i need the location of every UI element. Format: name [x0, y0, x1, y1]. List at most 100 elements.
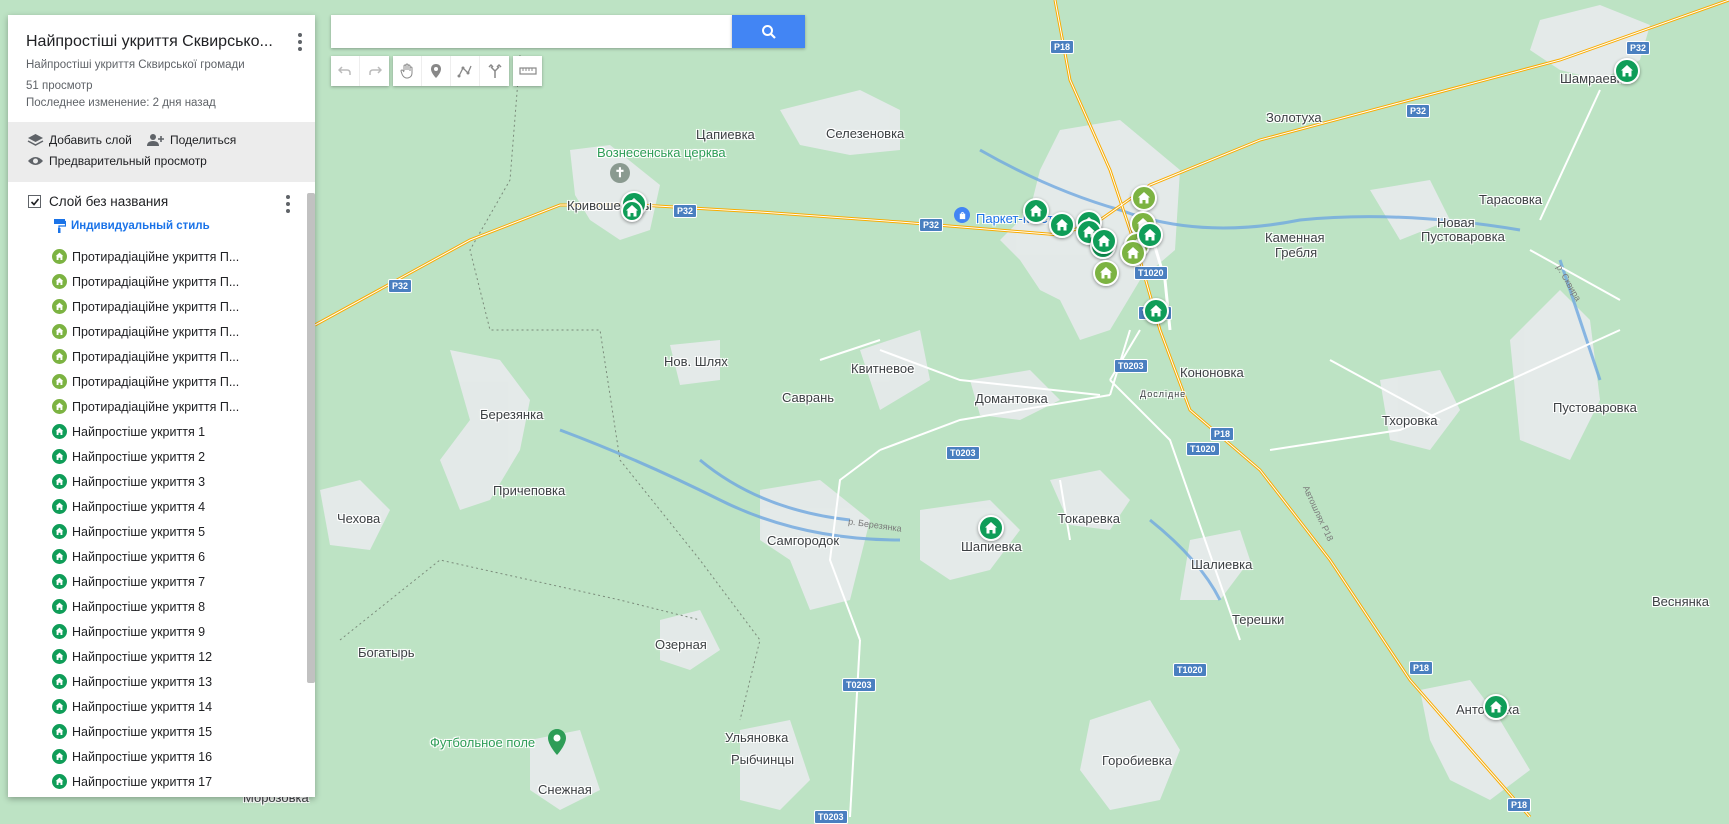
layer-style-button[interactable]: Индивидуальный стиль	[53, 218, 210, 234]
feature-list-item[interactable]: Найпростіше укриття 13	[52, 669, 302, 694]
feature-list-item[interactable]: Найпростіше укриття 3	[52, 469, 302, 494]
home-icon	[1621, 65, 1633, 77]
checkmark-icon	[30, 197, 39, 206]
place-label: Тхоровка	[1382, 413, 1438, 428]
map-title[interactable]: Найпростіші укриття Сквирсько...	[26, 33, 284, 51]
shelter-marker[interactable]	[1131, 185, 1157, 211]
shelter-marker[interactable]	[1143, 298, 1169, 324]
place-label: Кононовка	[1180, 365, 1244, 380]
add-layer-label: Добавить слой	[49, 133, 132, 147]
feature-label: Найпростіше укриття 4	[72, 499, 206, 514]
poi-label[interactable]: Футбольное поле	[430, 735, 535, 750]
feature-list-item[interactable]: Найпростіше укриття 6	[52, 544, 302, 569]
feature-list-item[interactable]: Найпростіше укриття 9	[52, 619, 302, 644]
home-icon	[626, 205, 638, 217]
search-button[interactable]	[732, 15, 805, 48]
feature-list-item[interactable]: Протирадіаційне укриття П...	[52, 369, 302, 394]
shelter-marker[interactable]	[1049, 212, 1075, 238]
measure-button[interactable]	[513, 56, 542, 86]
place-label: Ульяновка	[725, 730, 789, 745]
road-shield: P18	[1409, 661, 1434, 675]
place-label: Каменная	[1265, 230, 1325, 245]
shelter-marker[interactable]	[1614, 58, 1640, 84]
location-pin-icon[interactable]	[548, 729, 566, 760]
feature-list-item[interactable]: Найпростіше укриття 8	[52, 594, 302, 619]
add-layer-button[interactable]: Добавить слой	[27, 133, 132, 147]
home-icon	[1098, 235, 1110, 247]
search-input[interactable]	[331, 15, 732, 48]
home-icon	[1138, 192, 1150, 204]
feature-list-item[interactable]: Найпростіше укриття 17	[52, 769, 302, 794]
feature-list-item[interactable]: Найпростіше укриття 16	[52, 744, 302, 769]
draw-line-button[interactable]	[451, 56, 480, 86]
home-icon	[52, 374, 67, 389]
feature-list-item[interactable]: Протирадіаційне укриття П...	[52, 344, 302, 369]
place-label: Новая	[1437, 215, 1475, 230]
feature-list-item[interactable]: Найпростіше укриття 5	[52, 519, 302, 544]
map-options-button[interactable]	[293, 32, 307, 52]
feature-label: Найпростіше укриття 1	[72, 424, 206, 439]
shelter-marker[interactable]	[1093, 260, 1119, 286]
home-icon	[52, 599, 67, 614]
feature-label: Протирадіаційне укриття П...	[72, 299, 240, 314]
road-shield: T0203	[814, 810, 848, 824]
layer-visibility-checkbox[interactable]	[28, 195, 41, 208]
home-icon	[52, 574, 67, 589]
home-icon	[52, 299, 67, 314]
poi-label[interactable]: Вознесенська церква	[597, 145, 726, 160]
feature-label: Протирадіаційне укриття П...	[72, 399, 240, 414]
shelter-marker[interactable]	[1023, 198, 1049, 224]
feature-list-item[interactable]: Найпростіше укриття 15	[52, 719, 302, 744]
select-items-button[interactable]	[393, 56, 422, 86]
place-label: Горобиевка	[1102, 753, 1172, 768]
feature-label: Протирадіаційне укриття П...	[72, 274, 240, 289]
feature-list-item[interactable]: Найпростіше укриття 4	[52, 494, 302, 519]
place-label: Причеповка	[493, 483, 566, 498]
preview-button[interactable]: Предварительный просмотр	[27, 154, 207, 168]
home-icon	[52, 549, 67, 564]
road-shield: P32	[919, 218, 944, 232]
panel-header: Найпростіші укриття Сквирсько... Найпрос…	[8, 15, 315, 122]
feature-list-item[interactable]: Найпростіше укриття 14	[52, 694, 302, 719]
shelter-marker[interactable]	[621, 200, 643, 222]
shelter-marker[interactable]	[1137, 222, 1163, 248]
feature-label: Найпростіше укриття 7	[72, 574, 206, 589]
add-directions-button[interactable]	[480, 56, 509, 86]
panel-scrollbar[interactable]	[307, 193, 315, 683]
feature-list-item[interactable]: Найпростіше укриття 1	[52, 419, 302, 444]
road-shield: T0203	[1114, 359, 1148, 373]
home-icon	[52, 649, 67, 664]
feature-list-item[interactable]: Протирадіаційне укриття П...	[52, 244, 302, 269]
share-button[interactable]: Поделиться	[146, 133, 236, 147]
layer-options-button[interactable]	[281, 194, 295, 214]
undo-button[interactable]	[331, 56, 360, 86]
place-label: Селезеновка	[826, 126, 905, 141]
feature-list-item[interactable]: Протирадіаційне укриття П...	[52, 294, 302, 319]
feature-list-item[interactable]: Найпростіше укриття 2	[52, 444, 302, 469]
home-icon	[1144, 229, 1156, 241]
layer-style-label: Индивидуальный стиль	[71, 220, 210, 232]
feature-list-item[interactable]: Протирадіаційне укриття П...	[52, 269, 302, 294]
feature-list-item[interactable]: Протирадіаційне укриття П...	[52, 394, 302, 419]
ruler-icon	[518, 67, 537, 75]
panel-actions: Добавить слой Поделиться Предварительный…	[8, 122, 315, 182]
shelter-marker[interactable]	[978, 515, 1004, 541]
redo-icon	[368, 66, 382, 75]
shop-icon[interactable]	[954, 207, 970, 223]
home-icon	[52, 349, 67, 364]
map-description: Найпростіші укриття Сквирської громади	[26, 59, 245, 71]
church-icon[interactable]: ✝	[610, 163, 630, 183]
feature-list-item[interactable]: Найпростіше укриття 12	[52, 644, 302, 669]
add-marker-button[interactable]	[422, 56, 451, 86]
feature-label: Найпростіше укриття 12	[72, 649, 213, 664]
layer-title[interactable]: Слой без названия	[49, 194, 168, 209]
feature-label: Протирадіаційне укриття П...	[72, 249, 240, 264]
shelter-marker[interactable]	[1483, 694, 1509, 720]
feature-list-item[interactable]: Найпростіше укриття 7	[52, 569, 302, 594]
shelter-marker[interactable]	[1091, 228, 1117, 254]
home-icon	[52, 699, 67, 714]
feature-list-item[interactable]: Протирадіаційне укриття П...	[52, 319, 302, 344]
redo-button[interactable]	[360, 56, 389, 86]
home-icon	[52, 274, 67, 289]
home-icon	[52, 724, 67, 739]
